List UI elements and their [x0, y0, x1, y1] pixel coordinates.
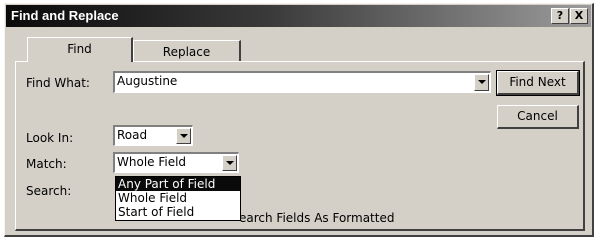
find-what-label: Find What:	[26, 76, 90, 90]
cancel-button[interactable]: Cancel	[497, 105, 579, 129]
look-in-dropdown-button[interactable]	[176, 128, 191, 144]
tab-find[interactable]: Find	[27, 37, 133, 62]
match-option-start-of-field[interactable]: Start of Field	[116, 205, 240, 219]
match-option-whole-field[interactable]: Whole Field	[116, 191, 240, 205]
match-value: Whole Field	[117, 155, 187, 169]
help-button[interactable]: ?	[551, 8, 569, 24]
tab-replace[interactable]: Replace	[133, 40, 241, 62]
search-label: Search:	[26, 184, 72, 198]
chevron-down-icon	[478, 80, 486, 84]
close-button[interactable]: X	[570, 8, 588, 24]
tab-replace-label: Replace	[162, 45, 211, 59]
find-replace-dialog: Find and Replace ? X Find Replace Find W…	[4, 3, 594, 237]
tab-find-label: Find	[67, 42, 92, 56]
chevron-down-icon	[226, 161, 234, 165]
look-in-label: Look In:	[26, 131, 74, 145]
match-dropdown-button[interactable]	[222, 155, 237, 171]
match-select[interactable]: Whole Field	[113, 152, 239, 173]
find-what-input[interactable]: Augustine	[117, 74, 177, 88]
chevron-down-icon	[180, 134, 188, 138]
search-fields-as-formatted-label[interactable]: earch Fields As Formatted	[239, 211, 394, 225]
look-in-select[interactable]: Road	[113, 125, 193, 146]
find-what-dropdown-button[interactable]	[474, 74, 489, 91]
match-option-any-part[interactable]: Any Part of Field	[116, 177, 240, 191]
title-bar[interactable]: Find and Replace ? X	[6, 5, 591, 27]
look-in-value: Road	[117, 128, 148, 142]
find-next-button[interactable]: Find Next	[496, 70, 580, 96]
window-title: Find and Replace	[11, 8, 119, 23]
match-label: Match:	[26, 157, 67, 171]
match-dropdown-list: Any Part of Field Whole Field Start of F…	[115, 176, 241, 221]
find-what-combobox[interactable]: Augustine	[113, 71, 491, 93]
